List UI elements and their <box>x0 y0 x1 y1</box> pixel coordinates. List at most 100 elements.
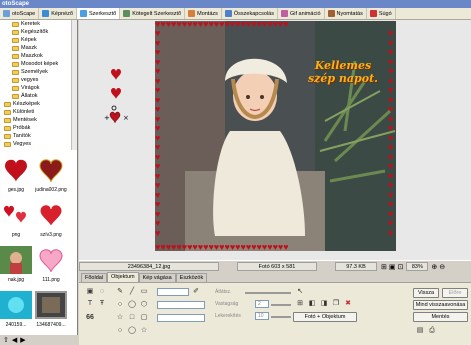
zoom-in-icon[interactable]: ⊕ <box>431 263 437 271</box>
forward-arrow-icon[interactable]: ▶ <box>20 336 25 344</box>
line-style-select[interactable] <box>157 301 205 309</box>
tree-folder-item[interactable]: Mosodot képek <box>12 60 58 68</box>
menu-item-6[interactable]: Gif animáció <box>278 8 325 19</box>
corner-slider[interactable] <box>271 316 291 318</box>
tree-folder-item[interactable]: Személyek <box>12 68 48 76</box>
menu-item-label: Nyomtatás <box>336 10 363 17</box>
actual-size-icon[interactable]: ▣ <box>389 263 396 271</box>
zoom-out-icon[interactable]: ⊖ <box>439 263 445 271</box>
thumbnail-item[interactable]: ges.jpg <box>0 154 34 193</box>
tree-folder-item[interactable]: Állatok <box>12 92 38 100</box>
duplicate-icon[interactable]: ❐ <box>331 299 341 309</box>
forward-button[interactable]: Előre <box>442 288 468 298</box>
folder-icon <box>12 93 19 99</box>
zoom-level[interactable]: 83% <box>406 262 429 271</box>
tree-folder-item[interactable]: Maszk <box>12 44 37 52</box>
tree-folder-item[interactable]: Keretek <box>12 20 40 28</box>
tree-folder-item[interactable]: Képek <box>12 36 37 44</box>
rounded-rect-icon[interactable]: ▢ <box>139 313 149 323</box>
tab-0[interactable]: Főoldal <box>81 273 108 282</box>
object-list-icon[interactable]: ⊞ <box>295 299 305 309</box>
thumbnail-browser: ges.jpg judina002.png png szív3.png nak.jpg 1… <box>0 150 78 335</box>
menu-item-7[interactable]: Nyomtatás <box>325 8 367 19</box>
print-icon[interactable]: ⎙ <box>427 326 437 336</box>
delete-object-icon[interactable]: ✖ <box>343 299 353 309</box>
file-size: 97.3 KB <box>335 262 377 271</box>
restore-all-button[interactable]: Mind visszaavonása <box>413 300 468 310</box>
folder-icon <box>12 69 19 75</box>
folder-tree[interactable]: Keretek Kegészítők Képek Maszk Maszkok Mosodo… <box>0 20 78 150</box>
corner-input[interactable]: 10 <box>255 312 269 320</box>
file-name: 23496384_12.jpg <box>79 262 219 271</box>
tab-2[interactable]: Kép vágása <box>138 273 176 282</box>
tree-folder-item[interactable]: Tanítók <box>4 132 31 140</box>
bring-front-icon[interactable]: ◧ <box>307 299 317 309</box>
thumbnail-item[interactable]: szív3.png <box>33 199 69 238</box>
tree-folder-item[interactable]: Különleti <box>4 108 34 116</box>
thumbnail-item[interactable]: nak.jpg <box>0 244 34 283</box>
tab-1[interactable]: Objektum <box>107 272 139 282</box>
hexagon-tool-icon[interactable]: ⬡ <box>139 300 149 310</box>
line-width-slider[interactable] <box>271 304 291 306</box>
menu-item-4[interactable]: Montázs <box>185 8 222 19</box>
tree-folder-item[interactable]: Próbák <box>4 124 30 132</box>
send-back-icon[interactable]: ◨ <box>319 299 329 309</box>
save-disk-icon[interactable]: ▤ <box>415 326 425 336</box>
text-tool-icon[interactable]: T <box>85 299 95 309</box>
tree-folder-item[interactable]: Készképek <box>4 100 40 108</box>
star-shape-icon[interactable]: ☆ <box>139 326 149 336</box>
menu-item-3[interactable]: Kötegelt Szerkesztő <box>120 8 186 19</box>
photo-canvas[interactable]: ♥♥♥♥♥♥♥♥♥♥♥♥♥♥♥♥♥♥♥♥♥♥♥♥♥ ♥♥♥♥♥♥♥♥♥♥♥♥♥♥… <box>155 21 396 251</box>
zoom-fit-icon[interactable]: ⊡ <box>398 263 404 271</box>
line-width-input[interactable]: 2 <box>255 300 269 308</box>
thumbnail-item[interactable]: 111.png <box>33 244 69 283</box>
svg-text:+: + <box>104 114 110 122</box>
circle-tool-icon[interactable]: ○ <box>115 300 125 310</box>
rectangle-tool-icon[interactable]: ▭ <box>139 287 149 297</box>
menu-item-8[interactable]: Súgó <box>367 8 396 19</box>
quote-sign[interactable]: 66 <box>85 313 95 323</box>
fill-style-select[interactable] <box>157 314 205 322</box>
tree-folder-item[interactable]: Maszkok <box>12 52 43 60</box>
folder-up-icon[interactable]: ⇧ <box>3 336 9 344</box>
tree-folder-item[interactable]: Vegyes <box>4 140 31 148</box>
tree-folder-label: Személyek <box>21 69 48 75</box>
text-alt-icon[interactable]: Ŧ <box>97 299 107 309</box>
opacity-slider[interactable] <box>245 292 291 294</box>
tree-folder-item[interactable]: vegyes <box>12 76 38 84</box>
image-tool-icon[interactable]: ▣ <box>85 287 95 297</box>
back-button[interactable]: Vissza <box>413 288 439 298</box>
floating-hearts-object[interactable]: + × <box>104 60 144 150</box>
line-tool-icon[interactable]: ╱ <box>127 287 137 297</box>
photo-object-button[interactable]: Fotó + Objektum <box>293 312 357 322</box>
menu-item-1[interactable]: Képnéző <box>39 8 77 19</box>
thumbnail-item[interactable]: 134687409... <box>33 289 69 328</box>
thumbnail-caption: png <box>11 232 21 238</box>
circle-shape-icon[interactable]: ◯ <box>127 326 137 336</box>
save-button[interactable]: Mentés <box>413 312 468 322</box>
thumbnail-item[interactable]: judina002.png <box>33 154 69 193</box>
menu-item-2[interactable]: Szerkesztő <box>76 8 121 19</box>
thumbnail-caption: nak.jpg <box>7 277 25 283</box>
thumbnail-item[interactable]: 240159... <box>0 289 34 328</box>
menu-item-0[interactable]: otoScape <box>0 8 40 19</box>
speech-balloon-icon[interactable]: ◌ <box>97 287 107 297</box>
thumbnail-item[interactable]: png <box>0 199 34 238</box>
tree-folder-label: Maszk <box>21 45 37 51</box>
tree-scrollbar[interactable] <box>71 20 77 150</box>
menu-item-5[interactable]: Összekapcsolás <box>222 8 278 19</box>
tree-folder-item[interactable]: Kegészítők <box>12 28 48 36</box>
line-color-select[interactable] <box>157 288 189 296</box>
back-arrow-icon[interactable]: ◀ <box>12 336 17 344</box>
round-shape-icon[interactable]: ○ <box>115 326 125 336</box>
square-tool-icon[interactable]: □ <box>127 313 137 323</box>
pointer-tool-icon[interactable]: ↖ <box>295 287 305 297</box>
eyedropper-icon[interactable]: ✐ <box>191 287 201 297</box>
pen-tool-icon[interactable]: ✎ <box>115 287 125 297</box>
fit-window-icon[interactable]: ⊞ <box>381 263 387 271</box>
tree-folder-item[interactable]: Virágok <box>12 84 40 92</box>
tab-3[interactable]: Eszközök <box>175 273 208 282</box>
star-tool-icon[interactable]: ☆ <box>115 313 125 323</box>
tree-folder-item[interactable]: Mentések <box>4 116 37 124</box>
ellipse-tool-icon[interactable]: ◯ <box>127 300 137 310</box>
